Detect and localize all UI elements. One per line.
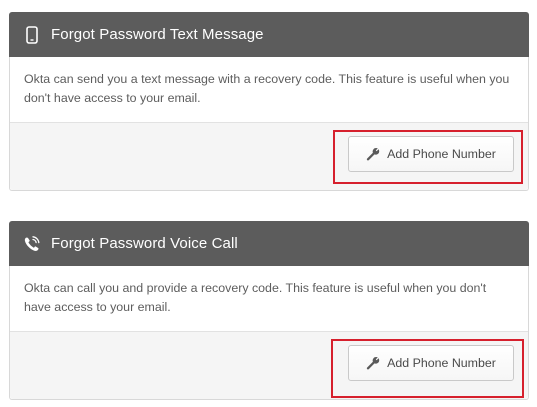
add-phone-number-label-sms: Add Phone Number [387,147,496,161]
voice-recovery-title: Forgot Password Voice Call [51,235,238,252]
sms-recovery-panel: Forgot Password Text Message Okta can se… [9,12,529,191]
sms-recovery-footer: Add Phone Number [10,123,528,190]
wrench-icon [366,147,380,161]
voice-recovery-description: Okta can call you and provide a recovery… [10,266,528,332]
voice-recovery-footer: Add Phone Number [10,332,528,399]
sms-recovery-header: Forgot Password Text Message [9,12,529,57]
sms-recovery-title: Forgot Password Text Message [51,26,264,43]
phone-icon [23,25,41,45]
voice-recovery-header: Forgot Password Voice Call [9,221,529,266]
add-phone-number-button-voice[interactable]: Add Phone Number [348,345,514,381]
voice-call-icon [23,234,41,254]
add-phone-number-label-voice: Add Phone Number [387,356,496,370]
sms-recovery-description: Okta can send you a text message with a … [10,57,528,123]
add-phone-number-button-sms[interactable]: Add Phone Number [348,136,514,172]
voice-recovery-panel: Forgot Password Voice Call Okta can call… [9,221,529,400]
wrench-icon [366,356,380,370]
